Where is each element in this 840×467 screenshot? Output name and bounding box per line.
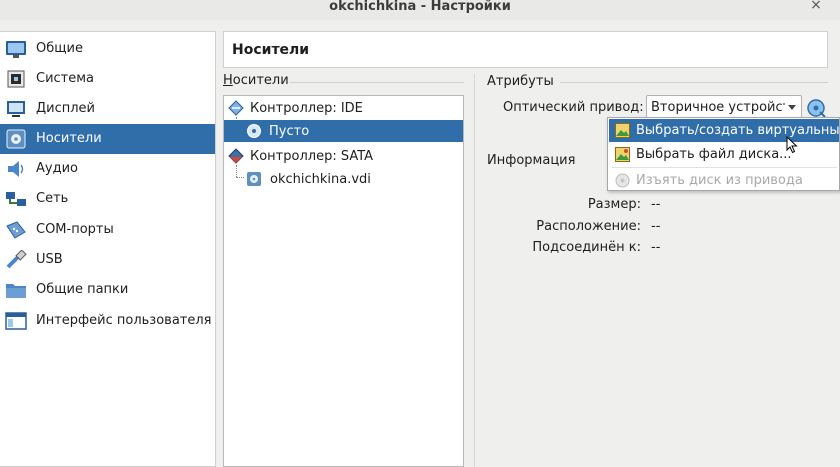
attributes-section-label: Атрибуты	[487, 74, 554, 89]
close-icon[interactable]: ×	[806, 0, 826, 15]
usb-icon	[6, 250, 27, 269]
menu-item-eject-disk[interactable]: Изъять диск из привода	[609, 169, 839, 190]
tree-item-label: Контроллер: SATA	[250, 149, 374, 164]
optical-drive-select[interactable]: Вторичное устройство IDE	[646, 95, 802, 119]
sidebar-item-label: Общие папки	[36, 282, 129, 297]
sidebar-item-label: Сеть	[36, 191, 69, 206]
audio-icon	[8, 161, 24, 177]
menu-item-label: Выбрать/создать виртуальный оптический д…	[636, 123, 840, 138]
shared-folders-icon	[6, 284, 26, 298]
sidebar-item-label: Система	[36, 71, 95, 86]
window-titlebar: okchichkina - Настройки ×	[0, 0, 840, 20]
storage-section-label: Носители	[223, 73, 289, 88]
storage-icon	[6, 129, 26, 149]
choose-disk-button-icon[interactable]	[805, 97, 827, 119]
information-section-label: Информация	[487, 153, 576, 168]
tree-item-label: okchichkina.vdi	[270, 172, 371, 187]
sidebar-item-user-interface[interactable]: Интерфейс пользователя	[0, 306, 215, 336]
window-title: okchichkina - Настройки	[329, 0, 511, 14]
sidebar-item-storage[interactable]: Носители	[0, 124, 215, 154]
sidebar-item-label: COM-порты	[36, 222, 114, 237]
hard-disk-icon	[247, 172, 261, 186]
tree-item-label: Контроллер: IDE	[250, 101, 363, 116]
info-location-value: --	[651, 219, 661, 234]
panel-splitter[interactable]	[474, 74, 475, 467]
sidebar-item-label: Аудио	[36, 161, 78, 176]
sidebar-item-audio[interactable]: Аудио	[0, 154, 215, 184]
chevron-down-icon	[788, 105, 796, 110]
sidebar-item-label: Носители	[36, 131, 102, 146]
eject-disk-icon	[615, 173, 630, 188]
menu-item-label: Выбрать файл диска...	[636, 147, 792, 162]
sidebar-item-shared-folders[interactable]: Общие папки	[0, 275, 215, 305]
info-size-value: --	[651, 197, 661, 212]
system-icon	[7, 70, 25, 88]
choose-disk-icon	[615, 123, 630, 138]
storage-section-divider	[290, 82, 464, 83]
serial-ports-icon	[6, 221, 26, 239]
sidebar-item-usb[interactable]: USB	[0, 245, 215, 275]
tree-item-ide-controller[interactable]: Контроллер: IDE	[224, 97, 463, 119]
attributes-section-divider	[560, 82, 828, 83]
sidebar-item-network[interactable]: Сеть	[0, 184, 215, 214]
storage-tree[interactable]: Контроллер: IDE Пусто Контроллер: SATA o…	[223, 95, 464, 467]
page-title: Носители	[232, 42, 310, 58]
menu-item-choose-create-disk[interactable]: Выбрать/создать виртуальный оптический д…	[609, 119, 840, 142]
sidebar-item-label: Общие	[36, 41, 83, 56]
sidebar-item-label: USB	[36, 252, 63, 267]
optical-drive-label: Оптический привод:	[503, 100, 644, 115]
sidebar-item-general[interactable]: Общие	[0, 34, 215, 64]
optical-drive-value: Вторичное устройство IDE	[651, 100, 785, 115]
ide-controller-icon	[228, 100, 244, 116]
tree-item-vdi[interactable]: okchichkina.vdi	[224, 168, 463, 190]
sidebar-item-system[interactable]: Система	[0, 64, 215, 94]
menu-item-choose-disk-file[interactable]: Выбрать файл диска...	[609, 143, 839, 166]
tree-item-empty-optical[interactable]: Пусто	[224, 120, 463, 142]
tree-item-sata-controller[interactable]: Контроллер: SATA	[224, 145, 463, 167]
info-size-label: Размер:	[587, 197, 641, 212]
disk-file-icon	[615, 147, 630, 162]
menu-separator	[612, 167, 837, 168]
network-icon	[6, 192, 26, 206]
sidebar-item-com-ports[interactable]: COM-порты	[0, 215, 215, 245]
sidebar-item-label: Дисплей	[36, 101, 96, 116]
tree-item-label: Пусто	[269, 124, 310, 139]
sidebar-item-label: Интерфейс пользователя	[36, 313, 212, 328]
sata-controller-icon	[228, 148, 244, 164]
info-attached-to-label: Подсоединён к:	[532, 240, 641, 255]
general-icon	[6, 41, 26, 58]
user-interface-icon	[5, 312, 27, 330]
display-icon	[7, 101, 25, 117]
sidebar-item-display[interactable]: Дисплей	[0, 94, 215, 124]
info-location-label: Расположение:	[536, 219, 641, 234]
optical-disc-icon	[247, 124, 261, 138]
info-attached-to-value: --	[651, 240, 661, 255]
mouse-cursor-icon	[786, 136, 798, 154]
menu-item-label: Изъять диск из привода	[636, 173, 803, 188]
settings-sidebar: Общие Система Дисплей Носители Аудио Сет…	[0, 31, 216, 467]
page-title-box: Носители	[223, 31, 828, 68]
optical-disk-menu: Выбрать/создать виртуальный оптический д…	[607, 117, 840, 191]
